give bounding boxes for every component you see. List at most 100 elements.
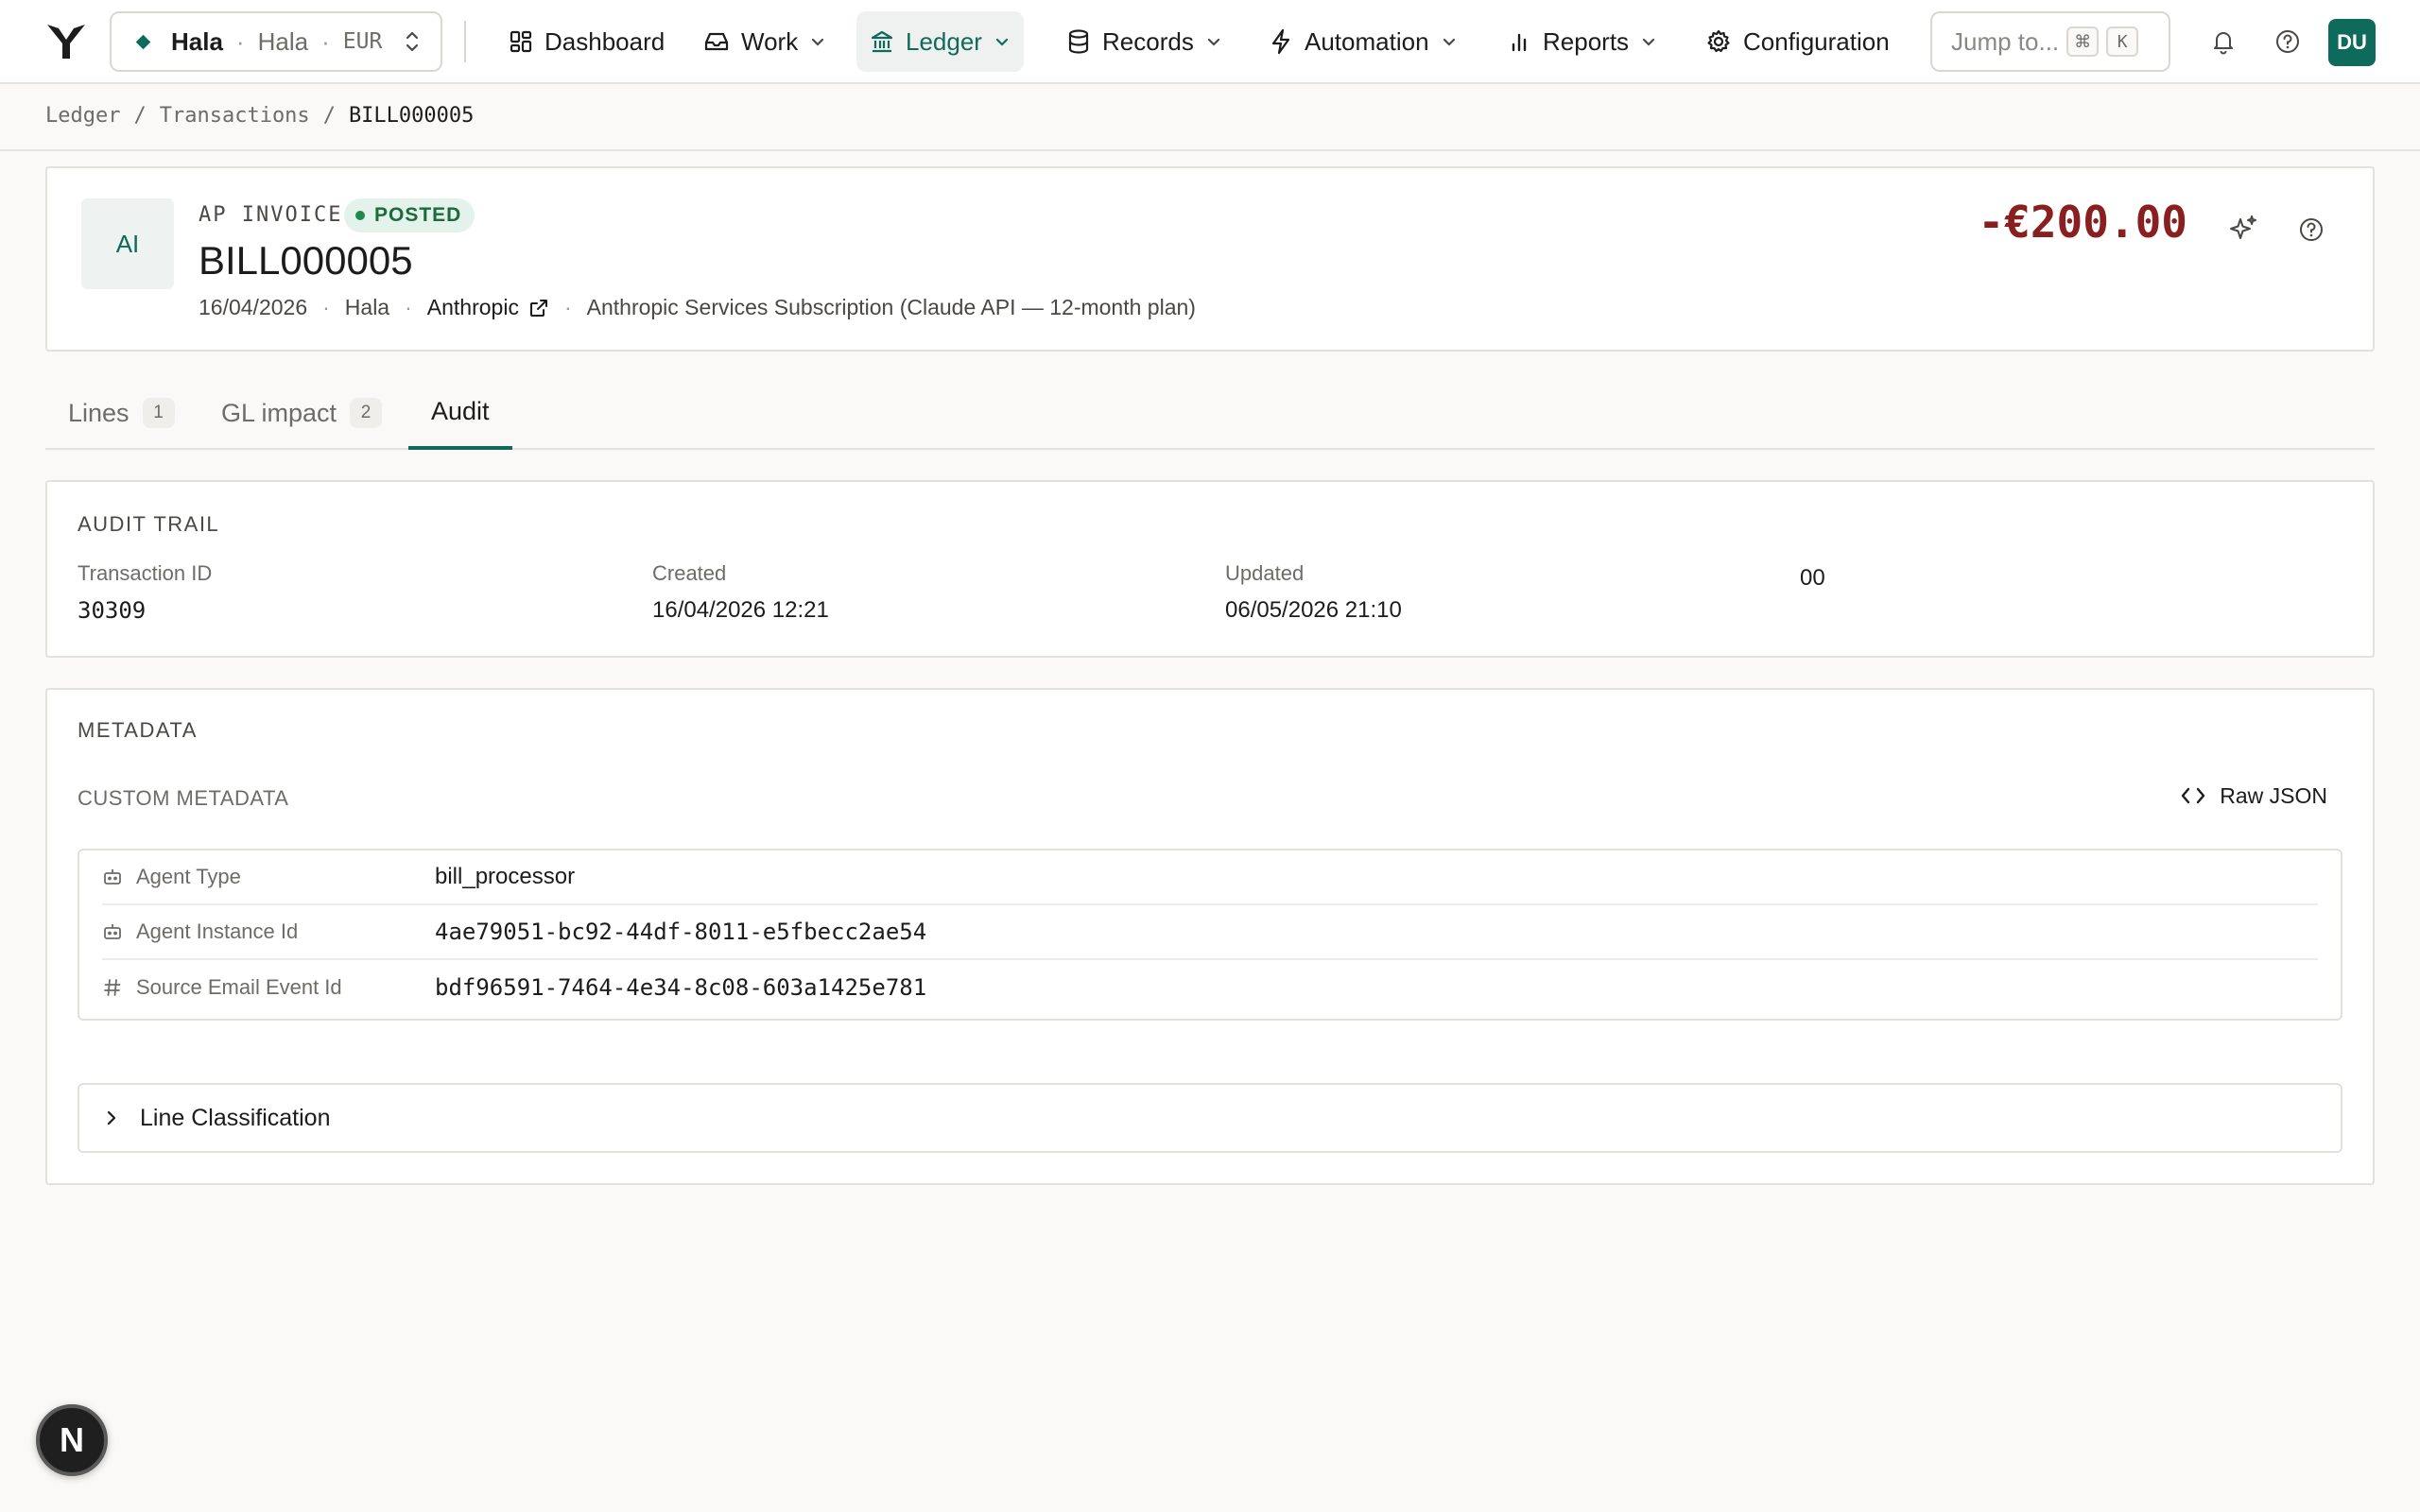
kbd-k: K: [2106, 26, 2139, 57]
nav-label: Work: [741, 26, 799, 56]
breadcrumb: Ledger / Transactions / BILL000005: [45, 104, 474, 128]
transaction-amount: -€200.00: [1978, 197, 2187, 248]
metadata-card: METADATA CUSTOM METADATA Raw JSON Agent …: [45, 688, 2375, 1185]
entity-switcher[interactable]: Hala · Hala · EUR: [110, 11, 442, 72]
chevron-up-down-icon: [403, 29, 422, 54]
custom-metadata-title: CUSTOM METADATA: [78, 786, 289, 810]
nav-automation[interactable]: Automation: [1255, 11, 1471, 72]
transaction-header: AI AP INVOICE POSTED BILL000005 16/04/20…: [45, 166, 2375, 352]
sparkle-icon[interactable]: [2227, 214, 2259, 246]
custom-metadata-table: Agent Type bill_processor Agent Instance…: [78, 849, 2342, 1021]
metadata-key: Source Email Event Id: [136, 975, 342, 999]
gear-icon: [1705, 28, 1732, 55]
nav-work[interactable]: Work: [690, 11, 839, 72]
status-label: POSTED: [374, 204, 462, 226]
tab-label: Lines: [68, 398, 130, 427]
nav-label: Configuration: [1743, 26, 1890, 56]
transaction-entity: Hala: [344, 295, 390, 319]
tab-audit[interactable]: Audit: [408, 376, 512, 450]
kbd-command: ⌘: [2066, 26, 2100, 57]
chevron-right-icon: [104, 1108, 119, 1127]
separator-dot: ·: [405, 295, 412, 319]
chevron-down-icon: [1441, 33, 1458, 50]
nav-reports[interactable]: Reports: [1495, 11, 1670, 72]
bot-icon: [102, 921, 123, 942]
vendor-link[interactable]: Anthropic: [427, 295, 549, 320]
bar-chart-icon: [1509, 29, 1531, 54]
raw-json-button[interactable]: Raw JSON: [2180, 777, 2327, 815]
help-icon[interactable]: [2273, 26, 2303, 57]
inbox-icon: [703, 29, 730, 54]
entity-name: Hala: [171, 26, 223, 56]
entity-subsidiary: Hala: [257, 26, 309, 56]
doc-type-label: AP INVOICE: [199, 203, 343, 227]
help-icon[interactable]: [2295, 214, 2327, 246]
audit-field-transaction-id: Transaction ID 30309: [78, 561, 212, 624]
chevron-down-icon: [1205, 33, 1222, 50]
separator-dot: ·: [322, 295, 330, 319]
transaction-memo: Anthropic Services Subscription (Claude …: [586, 295, 1196, 319]
status-badge: POSTED: [344, 198, 475, 232]
raw-json-label: Raw JSON: [2220, 782, 2327, 808]
breadcrumb-separator: /: [322, 104, 336, 128]
chevron-down-icon: [994, 33, 1011, 50]
nav-dashboard[interactable]: Dashboard: [495, 11, 678, 72]
floating-dev-badge[interactable]: N: [36, 1404, 108, 1476]
field-value: 06/05/2026 21:10: [1225, 597, 1402, 623]
metadata-row: Source Email Event Id bdf96591-7464-4e34…: [102, 960, 2318, 1015]
metadata-key: Agent Type: [136, 865, 241, 888]
app-logo-icon[interactable]: [45, 23, 87, 60]
nav-label: Records: [1102, 26, 1194, 56]
metadata-key: Agent Instance Id: [136, 919, 299, 943]
breadcrumb-divider: [0, 149, 2420, 151]
transaction-meta: 16/04/2026 · Hala · Anthropic · Anthropi…: [199, 295, 1196, 320]
page-title: BILL000005: [199, 238, 413, 283]
field-label: Updated: [1225, 561, 1305, 585]
jump-to-search[interactable]: Jump to... ⌘ K: [1930, 11, 2170, 72]
field-label: Transaction ID: [78, 561, 213, 585]
metadata-value: 4ae79051-bc92-44df-8011-e5fbecc2ae54: [435, 919, 927, 945]
metadata-value: bill_processor: [435, 864, 576, 889]
tab-count: 1: [142, 398, 175, 428]
separator-dot: ·: [563, 295, 572, 319]
status-dot-icon: [355, 211, 365, 220]
transaction-tabs: Lines 1 GL impact 2 Audit: [45, 376, 2375, 450]
field-label: Created: [652, 561, 727, 585]
nav-label: Reports: [1543, 26, 1630, 56]
accordion-label: Line Classification: [140, 1104, 331, 1131]
tab-count: 2: [350, 398, 383, 428]
breadcrumb-transactions[interactable]: Transactions: [160, 104, 310, 128]
breadcrumb-separator: /: [133, 104, 147, 128]
nav-label: Automation: [1305, 26, 1429, 56]
grid-icon: [509, 29, 533, 54]
nav-ledger[interactable]: Ledger: [856, 11, 1024, 72]
database-icon: [1066, 28, 1091, 55]
code-icon: [2180, 784, 2206, 807]
audit-field-updated: Updated 06/05/2026 21:10: [1225, 561, 1402, 624]
entity-currency: EUR: [342, 29, 383, 54]
separator-dot: ·: [235, 26, 245, 56]
nav-records[interactable]: Records: [1053, 11, 1236, 72]
chevron-down-icon: [1640, 33, 1657, 50]
user-avatar[interactable]: DU: [2328, 19, 2376, 66]
audit-trail-title: AUDIT TRAIL: [78, 512, 220, 536]
audit-extra-value: 00: [1800, 565, 1825, 591]
bank-icon: [870, 29, 894, 54]
nav-divider: [464, 21, 466, 62]
nav-label: Ledger: [906, 26, 982, 56]
breadcrumb-current: BILL000005: [348, 104, 475, 128]
bell-icon[interactable]: [2208, 26, 2238, 57]
metadata-row: Agent Instance Id 4ae79051-bc92-44df-801…: [102, 905, 2318, 960]
jump-placeholder: Jump to...: [1951, 26, 2060, 56]
doc-type-badge: AI: [81, 198, 174, 289]
nav-configuration[interactable]: Configuration: [1692, 11, 1903, 72]
tab-lines[interactable]: Lines 1: [45, 376, 198, 450]
audit-trail-card: AUDIT TRAIL Transaction ID 30309 Created…: [45, 480, 2375, 658]
breadcrumb-ledger[interactable]: Ledger: [45, 104, 120, 128]
line-classification-accordion[interactable]: Line Classification: [78, 1083, 2342, 1153]
bolt-icon: [1269, 28, 1293, 55]
tab-gl-impact[interactable]: GL impact 2: [199, 376, 405, 450]
metadata-row: Agent Type bill_processor: [102, 850, 2318, 905]
entity-diamond-icon: [135, 34, 151, 49]
audit-field-created: Created 16/04/2026 12:21: [652, 561, 829, 624]
